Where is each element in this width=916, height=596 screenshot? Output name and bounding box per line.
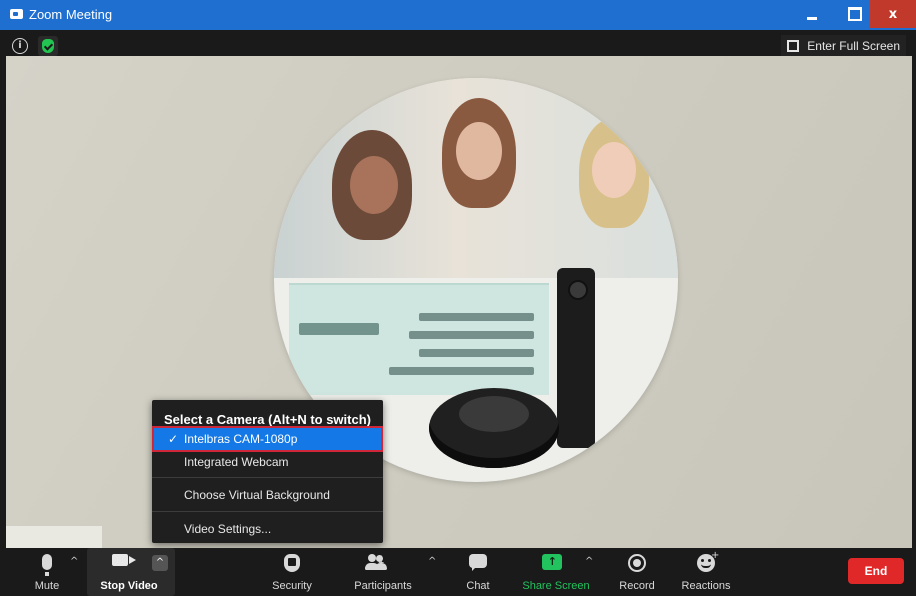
- share-screen-label: Share Screen: [522, 580, 590, 592]
- window-title-bar: Zoom Meeting x: [0, 0, 916, 30]
- minimize-icon: [807, 16, 817, 20]
- chat-label: Chat: [466, 580, 490, 592]
- info-icon[interactable]: i: [12, 38, 28, 54]
- security-button[interactable]: Security: [262, 548, 322, 596]
- camera-option-label: Integrated Webcam: [184, 455, 289, 469]
- meeting-toolbar: Mute ^ Stop Video ^ Security Participant…: [0, 548, 916, 596]
- video-settings-item[interactable]: Video Settings...: [154, 518, 381, 540]
- participants-label: Participants: [354, 580, 412, 592]
- choose-virtual-background-item[interactable]: Choose Virtual Background: [154, 484, 381, 506]
- close-button[interactable]: x: [870, 0, 916, 28]
- fullscreen-icon: [787, 40, 800, 52]
- camera-option-label: Intelbras CAM-1080p: [184, 432, 298, 446]
- participants-options-caret[interactable]: ^: [428, 556, 436, 567]
- reactions-button[interactable]: + Reactions: [676, 548, 736, 596]
- close-icon: x: [888, 6, 898, 22]
- disc-banner: [289, 283, 549, 395]
- enter-full-screen-button[interactable]: Enter Full Screen: [781, 35, 906, 57]
- mute-label: Mute: [34, 580, 60, 592]
- conference-camera-image: [557, 268, 595, 448]
- window-title: Zoom Meeting: [29, 7, 113, 22]
- camera-option-intelbras[interactable]: ✓ Intelbras CAM-1080p: [152, 426, 383, 452]
- record-label: Record: [619, 580, 655, 592]
- security-label: Security: [272, 580, 312, 592]
- minimize-button[interactable]: [790, 0, 834, 28]
- disc-photo: [274, 78, 678, 278]
- zoom-app-icon: [10, 9, 23, 19]
- chat-icon: [469, 554, 487, 571]
- camera-option-integrated-webcam[interactable]: Integrated Webcam: [154, 451, 381, 473]
- video-feed: [6, 56, 912, 548]
- participants-count: 1: [378, 554, 385, 566]
- audio-options-caret[interactable]: ^: [70, 556, 78, 567]
- share-options-caret[interactable]: ^: [585, 556, 593, 567]
- video-camera-icon: [112, 554, 129, 566]
- shield-icon: [284, 554, 300, 572]
- camera-select-menu: Select a Camera (Alt+N to switch) ✓ Inte…: [152, 400, 383, 543]
- enter-full-screen-label: Enter Full Screen: [807, 39, 900, 53]
- mute-button[interactable]: Mute: [30, 548, 64, 596]
- microphone-icon: [42, 554, 52, 576]
- end-meeting-button[interactable]: End: [848, 558, 904, 584]
- conference-speaker-image: [429, 388, 559, 468]
- chat-button[interactable]: Chat: [458, 548, 498, 596]
- reactions-label: Reactions: [681, 580, 731, 592]
- share-screen-icon: ↑: [542, 554, 563, 570]
- record-button[interactable]: Record: [614, 548, 660, 596]
- video-options-caret[interactable]: ^: [152, 555, 168, 571]
- menu-divider: [152, 511, 383, 512]
- share-screen-button[interactable]: ↑ Share Screen: [520, 548, 592, 596]
- menu-divider: [152, 477, 383, 478]
- reactions-icon: +: [697, 550, 719, 572]
- record-icon: [628, 554, 646, 572]
- encryption-shield-icon[interactable]: [38, 36, 58, 56]
- maximize-icon: [848, 7, 862, 21]
- checkmark-icon: ✓: [168, 432, 179, 446]
- camera-menu-title: Select a Camera (Alt+N to switch): [164, 412, 371, 427]
- stop-video-label: Stop Video: [100, 580, 158, 592]
- video-edge-strip: [6, 526, 102, 548]
